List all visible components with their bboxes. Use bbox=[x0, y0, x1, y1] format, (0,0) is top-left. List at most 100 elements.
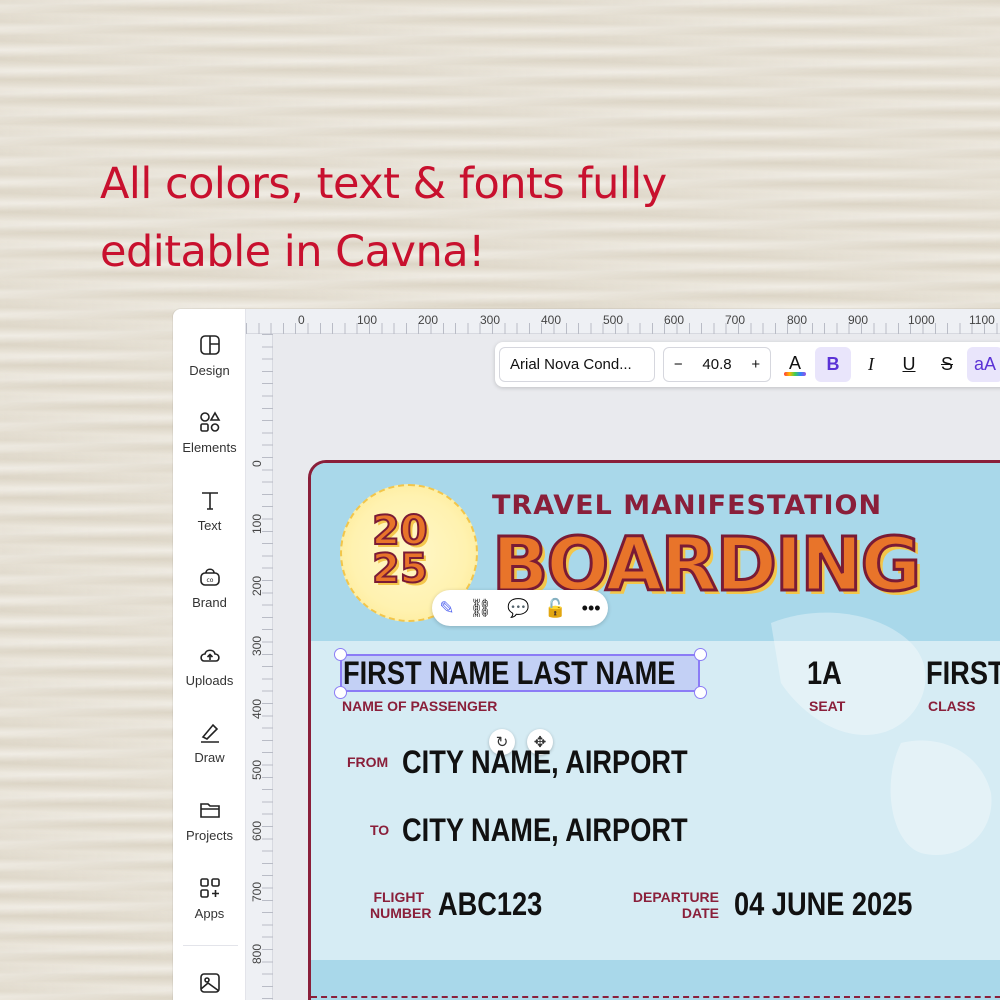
departure-label-line2: DATE bbox=[681, 905, 719, 921]
resize-handle-bottom-right[interactable] bbox=[694, 686, 707, 699]
flight-label-line2: NUMBER bbox=[370, 905, 432, 921]
ruler-top: 0 100 200 300 400 500 600 700 800 900 10… bbox=[246, 309, 1000, 334]
lock-icon[interactable]: 🔓 bbox=[544, 598, 566, 619]
sidebar-item-label: Elements bbox=[182, 440, 237, 455]
sidebar-item-uploads[interactable]: Uploads bbox=[173, 643, 246, 688]
year-bottom: 25 bbox=[371, 546, 429, 592]
to-label[interactable]: TO bbox=[370, 822, 389, 838]
text-icon bbox=[201, 492, 218, 510]
ruler-top-label: 800 bbox=[787, 313, 808, 327]
ruler-top-label: 900 bbox=[848, 313, 869, 327]
decrease-size-button[interactable]: − bbox=[674, 356, 683, 373]
ruler-left-label: 0 bbox=[250, 460, 264, 467]
ruler-top-label: 1100 bbox=[969, 313, 995, 327]
departure-label-line1: DEPARTURE bbox=[632, 889, 719, 905]
ruler-top-label: 500 bbox=[603, 313, 624, 327]
sidebar-item-brand[interactable]: co Brand bbox=[173, 565, 246, 610]
seat-value[interactable]: 1A bbox=[807, 655, 842, 692]
to-value[interactable]: CITY NAME, AIRPORT bbox=[402, 812, 688, 849]
passenger-name-value[interactable]: FIRST NAME LAST NAME bbox=[343, 655, 675, 692]
projects-icon bbox=[199, 803, 220, 818]
ruler-left-label: 200 bbox=[250, 575, 264, 596]
sidebar-divider bbox=[183, 945, 238, 946]
design-icon bbox=[199, 335, 220, 355]
brand-icon: co bbox=[199, 568, 220, 586]
sidebar-item-label: Design bbox=[189, 363, 230, 378]
class-value[interactable]: FIRST bbox=[926, 655, 1000, 692]
year-top: 20 bbox=[371, 508, 429, 554]
sidebar-item-text[interactable]: Text bbox=[173, 488, 246, 533]
ruler-top-label: 100 bbox=[357, 313, 378, 327]
font-family-value: Arial Nova Cond... bbox=[510, 356, 632, 373]
photo-icon bbox=[199, 973, 220, 993]
from-label[interactable]: FROM bbox=[347, 754, 388, 770]
ruler-top-label: 700 bbox=[725, 313, 746, 327]
sidebar-item-projects[interactable]: Projects bbox=[173, 798, 246, 843]
magic-edit-icon[interactable]: ✎ bbox=[439, 598, 454, 619]
sidebar-item-draw[interactable]: Draw bbox=[173, 720, 246, 765]
ruler-left-label: 600 bbox=[250, 820, 264, 841]
sidebar-item-elements[interactable]: Elements bbox=[173, 410, 246, 455]
draw-icon bbox=[200, 723, 219, 743]
elements-icon bbox=[199, 411, 220, 432]
headline: All colors, text & fonts fully editable … bbox=[100, 159, 667, 277]
text-toolbar: Arial Nova Cond... − 40.8 + A B I U S aA bbox=[495, 342, 1000, 387]
flight-number-value[interactable]: ABC123 bbox=[438, 886, 542, 923]
ruler-top-label: 300 bbox=[480, 313, 501, 327]
ticket-footer-band bbox=[311, 960, 1000, 1000]
sidebar-item-label: Text bbox=[197, 518, 222, 533]
sidebar-item-apps[interactable]: Apps bbox=[173, 876, 246, 921]
comment-icon[interactable]: 💬 bbox=[507, 598, 529, 619]
sidebar-item-label: Projects bbox=[186, 828, 233, 843]
strikethrough-button[interactable]: S bbox=[929, 347, 965, 382]
ruler-left-label: 400 bbox=[250, 698, 264, 719]
year-badge[interactable]: 20 25 bbox=[371, 508, 429, 592]
bold-button[interactable]: B bbox=[815, 347, 851, 382]
sidebar-item-label: Apps bbox=[194, 906, 225, 921]
world-map-graphic bbox=[771, 612, 992, 855]
underline-button[interactable]: U bbox=[891, 347, 927, 382]
departure-date-label[interactable]: DEPARTURE DATE bbox=[620, 889, 719, 921]
ruler-top-label: 1000 bbox=[908, 313, 935, 327]
more-icon[interactable]: ••• bbox=[582, 598, 601, 619]
italic-button[interactable]: I bbox=[853, 347, 889, 382]
ruler-top-label: 0 bbox=[298, 313, 305, 327]
sidebar: Design Elements Text co Brand Uploads Dr… bbox=[173, 309, 246, 1000]
font-size-stepper[interactable]: − 40.8 + bbox=[663, 347, 771, 382]
ruler-left-label: 100 bbox=[250, 513, 264, 534]
font-family-select[interactable]: Arial Nova Cond... bbox=[499, 347, 655, 382]
from-value[interactable]: CITY NAME, AIRPORT bbox=[402, 744, 688, 781]
ticket-subtitle[interactable]: TRAVEL MANIFESTATION bbox=[492, 490, 882, 521]
letter-case-button[interactable]: aA bbox=[967, 347, 1000, 382]
sidebar-item-label: Brand bbox=[192, 595, 227, 610]
text-color-button[interactable]: A bbox=[777, 347, 813, 382]
class-label[interactable]: CLASS bbox=[928, 698, 975, 714]
ruler-left-label: 800 bbox=[250, 943, 264, 964]
font-size-value[interactable]: 40.8 bbox=[702, 356, 731, 373]
ruler-top-label: 200 bbox=[418, 313, 439, 327]
sidebar-item-label: Uploads bbox=[185, 673, 234, 688]
rainbow-bar-icon bbox=[784, 371, 806, 376]
sidebar-item-design[interactable]: Design bbox=[173, 333, 246, 378]
svg-text:co: co bbox=[206, 577, 213, 584]
sidebar-item-label: Draw bbox=[194, 750, 225, 765]
ruler-left-label: 500 bbox=[250, 759, 264, 780]
ruler-left-label: 300 bbox=[250, 635, 264, 656]
sidebar-item-photos[interactable] bbox=[173, 971, 246, 995]
seat-label[interactable]: SEAT bbox=[809, 698, 845, 714]
apps-icon bbox=[199, 878, 220, 898]
ruler-left-label: 700 bbox=[250, 881, 264, 902]
ruler-top-label: 400 bbox=[541, 313, 562, 327]
link-icon[interactable]: ⛓ bbox=[469, 598, 492, 619]
resize-handle-top-right[interactable] bbox=[694, 648, 707, 661]
increase-size-button[interactable]: + bbox=[751, 356, 760, 373]
departure-date-value[interactable]: 04 JUNE 2025 bbox=[734, 886, 912, 923]
ruler-left: 0 100 200 300 400 500 600 700 800 bbox=[246, 334, 273, 1000]
perforation-line bbox=[311, 996, 1000, 998]
flight-number-label[interactable]: FLIGHT NUMBER bbox=[370, 889, 432, 921]
passenger-name-label[interactable]: NAME OF PASSENGER bbox=[342, 698, 497, 714]
ruler-top-label: 600 bbox=[664, 313, 685, 327]
element-context-toolbar: ✎ ⛓ 💬 🔓 ••• bbox=[432, 590, 608, 626]
text-color-letter: A bbox=[788, 352, 801, 373]
uploads-icon bbox=[199, 649, 220, 662]
